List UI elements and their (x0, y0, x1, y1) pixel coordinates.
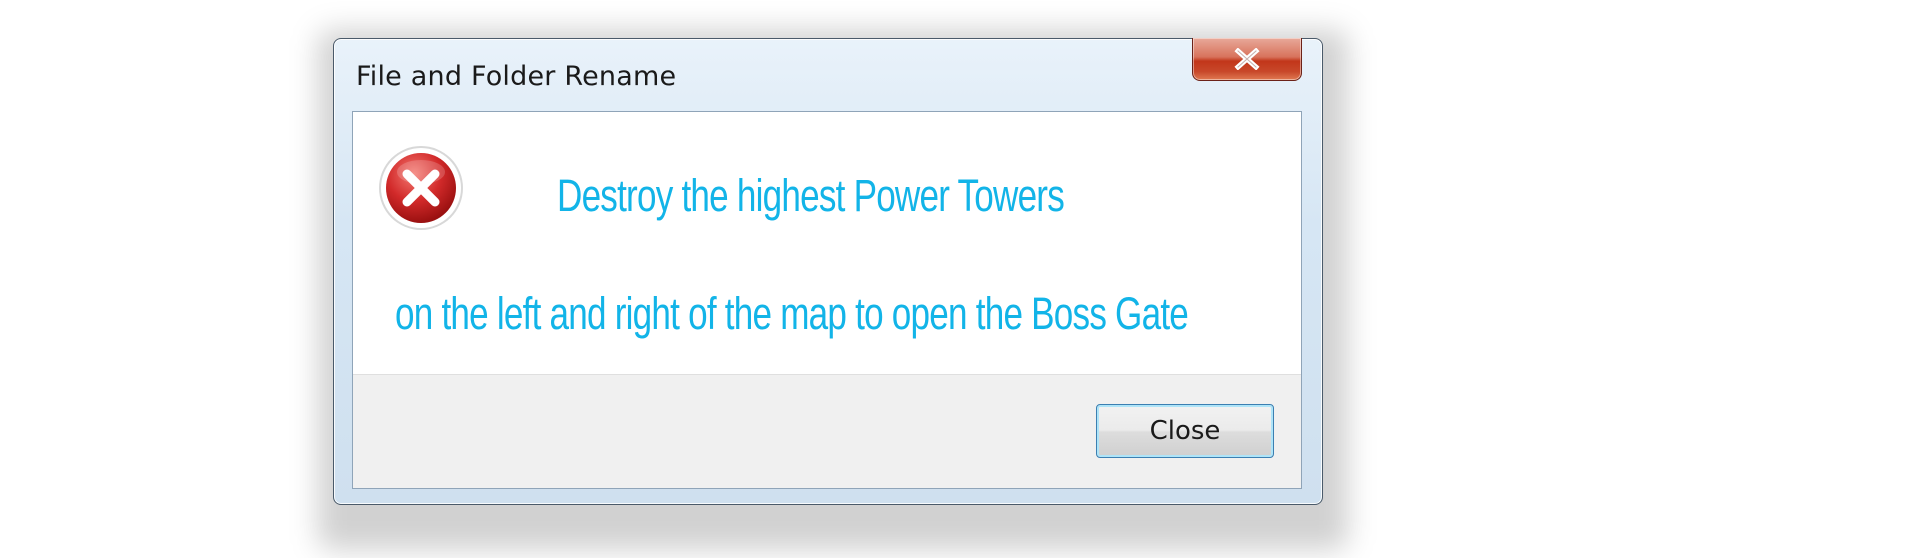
title-close-button[interactable] (1192, 38, 1302, 81)
message-panel: Destroy the highest Power Towers on the … (353, 112, 1301, 375)
message-line-1: Destroy the highest Power Towers (557, 170, 1065, 221)
error-icon (379, 146, 463, 230)
message-line-2: on the left and right of the map to open… (395, 288, 1189, 339)
close-button[interactable]: Close (1096, 404, 1274, 458)
dialog-title: File and Folder Rename (356, 61, 677, 92)
close-icon (1234, 48, 1260, 70)
page: File and Folder Rename Destroy the highe… (0, 0, 1919, 558)
error-dialog: File and Folder Rename Destroy the highe… (333, 38, 1323, 505)
title-bar[interactable]: File and Folder Rename (334, 38, 1322, 111)
dialog-client-area: Destroy the highest Power Towers on the … (352, 111, 1302, 489)
